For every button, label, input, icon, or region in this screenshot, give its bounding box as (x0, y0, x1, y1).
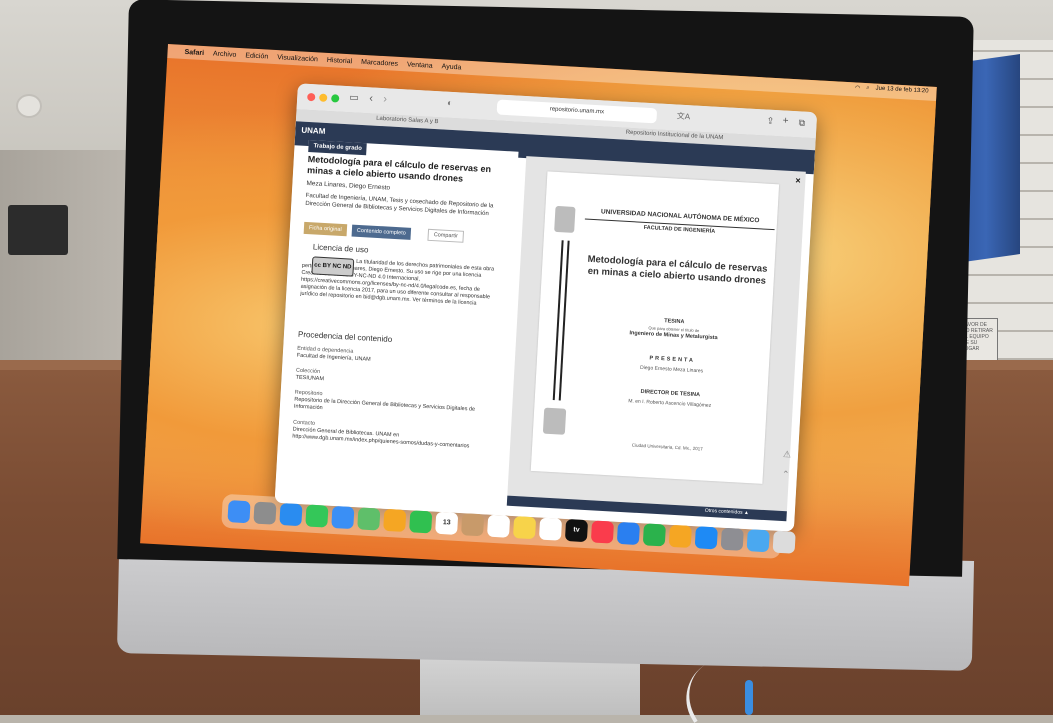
dock-app-configuraci-n-icon[interactable] (720, 527, 744, 551)
engineering-crest-icon (542, 407, 567, 435)
record-description: Facultad de Ingeniería, UNAM, Tesis y co… (305, 192, 494, 218)
document-city-date: Ciudad Universitaria, Cd. Mx., 2017 (631, 442, 703, 452)
menubar-clock[interactable]: Jue 13 de feb 13:20 (875, 86, 928, 96)
close-window-button[interactable] (307, 92, 316, 102)
menu-visualizacion[interactable]: Visualización (277, 54, 318, 63)
origin-heading: Procedencia del contenido (297, 329, 393, 344)
document-title: Metodología para el cálculo de reservas … (587, 253, 768, 287)
blue-cable (745, 680, 753, 715)
record-author: Meza Linares, Diego Ernesto (306, 179, 391, 192)
dock-app-notas-icon[interactable] (512, 516, 537, 540)
tab-repositorio[interactable]: Repositorio Institucional de la UNAM (626, 130, 724, 141)
menu-archivo[interactable]: Archivo (213, 50, 237, 58)
translate-icon[interactable]: 文A (676, 111, 691, 123)
dock-app-fotos-icon[interactable] (383, 508, 407, 532)
record-type-badge: Trabajo de grado (308, 140, 368, 156)
dock-app-facetime-icon[interactable] (409, 510, 433, 534)
dock-app-keynote-icon[interactable] (616, 521, 640, 546)
web-page: UNAM tividad Trabajo de grado Metodologí… (274, 121, 816, 532)
dock-app-tv-icon[interactable]: tv (564, 518, 589, 543)
dock-app-pages-icon[interactable] (668, 524, 692, 548)
share-icon[interactable]: ⇪ (766, 116, 774, 127)
minimize-window-button[interactable] (319, 93, 328, 102)
document-viewer: × UNIVERSIDAD NACIONAL AUTÓNOMA DE MÉXIC… (507, 156, 806, 512)
field-value: TESIUNAM (295, 374, 325, 383)
privacy-shield-icon[interactable]: ◐ (447, 98, 453, 108)
compartir-button[interactable]: Compartir (427, 228, 465, 243)
security-camera (18, 96, 40, 116)
dock-app-calendario-icon[interactable]: 13 (435, 511, 459, 535)
menu-safari[interactable]: Safari (184, 48, 204, 56)
field-value: Repositorio de la Dirección General de B… (293, 396, 476, 413)
menu-ayuda[interactable]: Ayuda (441, 63, 461, 71)
dock-app-descargas-icon[interactable] (746, 529, 770, 553)
sidebar-toggle-icon[interactable]: ▭ (349, 92, 359, 104)
dock-app-freeform-icon[interactable] (538, 517, 563, 541)
address-bar[interactable]: repositorio.unam.mx (496, 99, 658, 124)
field-value[interactable]: Dirección General de Bibliotecas. UNAM e… (292, 427, 492, 452)
dock-app-mensajes-icon[interactable] (305, 504, 329, 528)
unam-logo[interactable]: UNAM (301, 126, 325, 136)
imac-screen: Safari Archivo Edición Visualización His… (140, 44, 937, 587)
dock-app-mail-icon[interactable] (331, 505, 355, 530)
dock-app-mapas-icon[interactable] (357, 507, 381, 531)
ficha-original-button[interactable]: Ficha original (303, 221, 347, 237)
contenido-completo-button[interactable]: Contenido completo (351, 224, 412, 240)
dock-app-papelera-icon[interactable] (772, 530, 796, 554)
close-viewer-icon[interactable]: × (795, 175, 801, 185)
search-icon[interactable]: ⌕ (866, 85, 870, 92)
dock-app-launchpad-icon[interactable] (253, 501, 277, 525)
dock-app-m-sica-icon[interactable] (590, 520, 615, 544)
record-panel: Trabajo de grado Metodología para el cál… (289, 140, 519, 502)
document-page: UNIVERSIDAD NACIONAL AUTÓNOMA DE MÉXICO … (530, 171, 780, 484)
menu-edicion[interactable]: Edición (245, 52, 268, 60)
zoom-window-button[interactable] (331, 94, 340, 103)
field-label: Contacto (292, 419, 316, 427)
new-tab-icon[interactable]: + (782, 115, 788, 126)
back-icon[interactable]: ‹ (369, 92, 373, 104)
apple-logo (520, 597, 560, 645)
unam-crest-icon (554, 205, 576, 233)
field-value: Facultad de Ingeniería, UNAM (296, 352, 371, 363)
menu-marcadores[interactable]: Marcadores (361, 58, 398, 67)
wifi-icon[interactable]: ◠ (855, 84, 861, 91)
dock-app-finder-icon[interactable] (227, 500, 251, 524)
tab-overview-icon[interactable]: ⧉ (798, 117, 805, 128)
menu-ventana[interactable]: Ventana (407, 61, 433, 69)
tab-laboratorio[interactable]: Laboratorio Salas A y B (376, 116, 439, 125)
license-heading: Licencia de uso (312, 242, 369, 255)
safari-window: ▭ ‹ › ◐ repositorio.unam.mx 文A ⇪ + ⧉ Lab… (274, 83, 818, 532)
projector (8, 205, 68, 255)
menu-historial[interactable]: Historial (327, 56, 353, 64)
dock-app-app-store-icon[interactable] (694, 526, 718, 550)
dock-app-recordatorios-icon[interactable] (487, 514, 511, 538)
forward-icon[interactable]: › (383, 93, 387, 105)
creative-commons-badge[interactable]: cc BY NC ND (311, 256, 355, 277)
dock-app-numbers-icon[interactable] (642, 523, 666, 547)
warning-icon[interactable]: ⚠ (783, 449, 792, 460)
dock-app-contactos-icon[interactable] (461, 513, 485, 537)
dock-app-safari-icon[interactable] (279, 502, 303, 527)
scroll-up-icon[interactable]: ⌃ (782, 469, 790, 480)
